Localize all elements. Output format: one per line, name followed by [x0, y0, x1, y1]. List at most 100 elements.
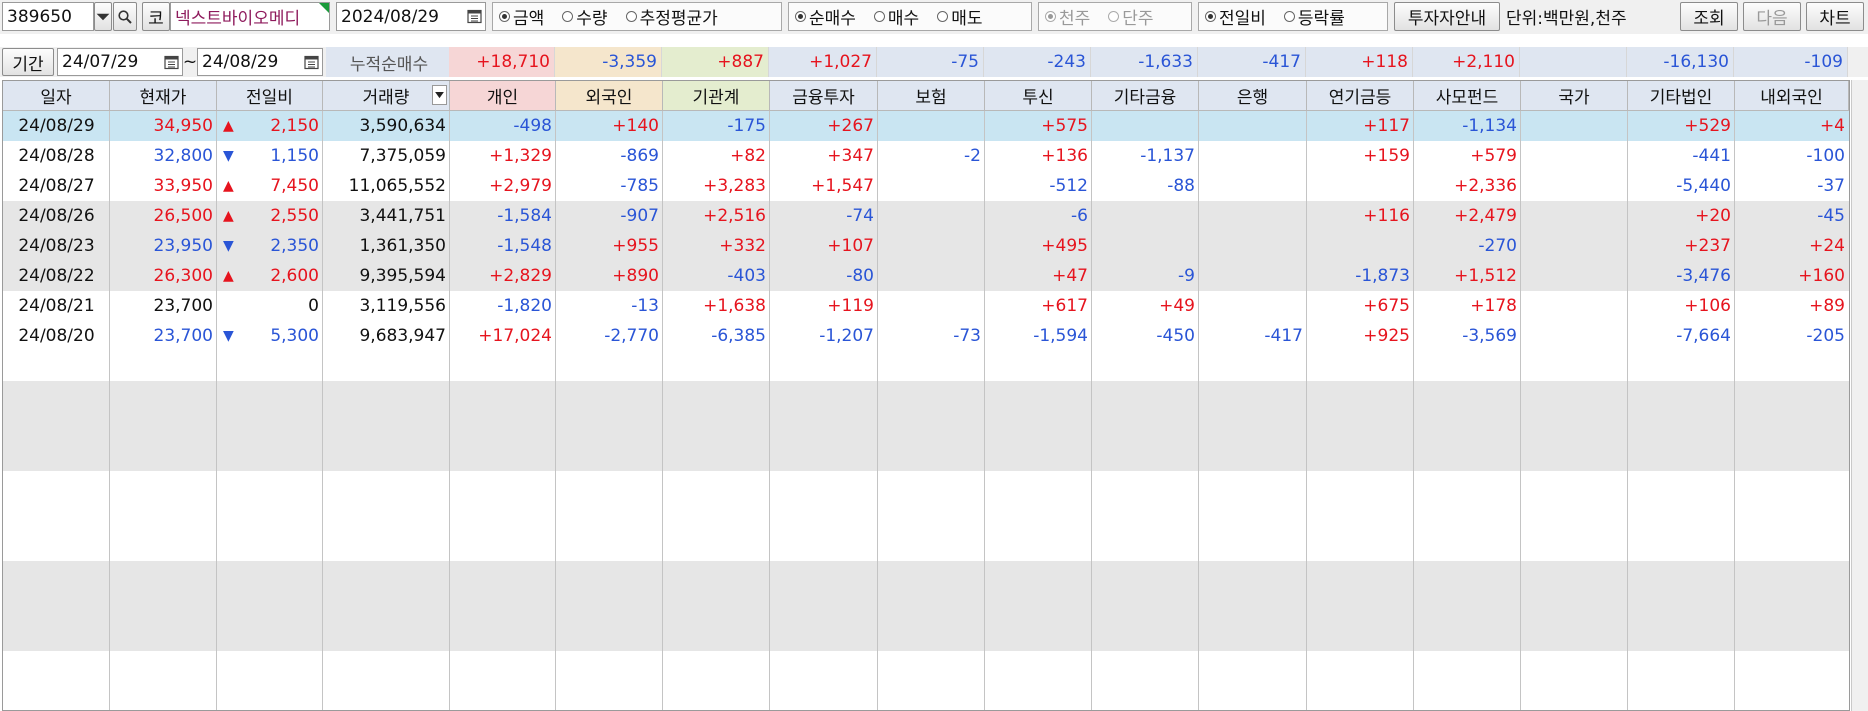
summary-cell-insurance: -75 [877, 47, 984, 77]
cell-other-corp-value: +237 [1684, 236, 1731, 256]
column-header-foreign[interactable]: 외국인 [556, 81, 663, 111]
summary-cell-other-corp: -16,130 [1627, 47, 1734, 77]
code-type-button[interactable]: 코 [142, 2, 170, 31]
column-header-volume[interactable]: 거래량 [323, 81, 450, 111]
cell-foreign: -13 [556, 291, 663, 321]
cell-price: 23,700 [110, 321, 217, 351]
cell-trust-value: +617 [1041, 296, 1088, 316]
radio-prev-day[interactable]: 전일비 [1205, 4, 1266, 29]
stock-name: 넥스트바이오메디 [175, 9, 301, 29]
cell-date: 24/08/20 [3, 321, 110, 351]
investor-trend-grid[interactable]: 일자 현재가 전일비 거래량 개인 외국인 기관계 금융투자 보험 투신 기타금융 은행 연기금등 사모펀… [2, 80, 1850, 711]
cell-pension-value: -1,873 [1355, 266, 1410, 286]
period-to-input[interactable]: 24/08/29 [197, 48, 323, 76]
cell-price: 23,700 [110, 291, 217, 321]
cell-price-value: 34,950 [153, 116, 213, 136]
next-button[interactable]: 다음 [1743, 2, 1801, 31]
cell-price-value: 23,700 [153, 296, 213, 316]
period-from-input[interactable]: 24/07/29 [57, 48, 183, 76]
column-header-bank[interactable]: 은행 [1199, 81, 1307, 111]
vertical-scrollbar[interactable] [1851, 80, 1868, 711]
cell-individual: -1,820 [450, 291, 556, 321]
cell-other-corp-value: +106 [1684, 296, 1731, 316]
radio-change-rate[interactable]: 등락률 [1283, 4, 1345, 29]
cell-change-value: 2,350 [270, 236, 319, 256]
radio-thousand-shares[interactable]: 천주 [1045, 4, 1090, 29]
cell-foreign: -907 [556, 201, 663, 231]
summary-cell-domestic-foreign: -109 [1734, 47, 1848, 77]
column-header-date[interactable]: 일자 [3, 81, 110, 111]
cell-date: 24/08/26 [3, 201, 110, 231]
chart-button[interactable]: 차트 [1806, 2, 1864, 31]
calendar-icon[interactable] [304, 54, 319, 70]
calendar-icon[interactable] [467, 8, 482, 24]
radio-single-shares[interactable]: 단주 [1108, 4, 1154, 29]
table-row[interactable]: 24/08/21 23,700 0 3,119,556 -1,820 -13 +1,638 +… [3, 291, 1849, 321]
radio-dot-icon [1283, 11, 1295, 22]
column-divider [1306, 111, 1307, 710]
column-header-domestic-foreign[interactable]: 내외국인 [1735, 81, 1849, 111]
cell-individual-value: +2,829 [489, 266, 552, 286]
cell-other-corp-value: -7,664 [1676, 326, 1731, 346]
cell-financial-invest-value: -74 [846, 206, 874, 226]
search-button[interactable]: 조회 [1680, 2, 1738, 31]
table-row[interactable]: 24/08/22 26,300 2,600 ▲ 9,395,594 +2,829 +890 -… [3, 261, 1849, 291]
cell-change-value: 5,300 [270, 326, 319, 346]
date-input[interactable]: 2024/08/29 [336, 2, 486, 31]
cell-institution: +3,283 [663, 171, 770, 201]
table-row[interactable]: 24/08/27 33,950 7,450 ▲ 11,065,552 +2,979 -785… [3, 171, 1849, 201]
cell-private-fund: +2,336 [1414, 171, 1521, 201]
stock-name-field[interactable]: 넥스트바이오메디 [170, 2, 330, 31]
cell-other-finance-value: -88 [1167, 176, 1195, 196]
cell-change: 0 [217, 291, 323, 321]
cell-foreign-value: +140 [612, 116, 659, 136]
column-header-pension[interactable]: 연기금등 [1307, 81, 1414, 111]
radio-quantity[interactable]: 수량 [562, 4, 608, 29]
column-header-label: 사모펀드 [1435, 88, 1499, 108]
column-header-individual[interactable]: 개인 [450, 81, 556, 111]
cell-price-value: 26,300 [153, 266, 213, 286]
stock-code-input[interactable]: 389650 [2, 2, 94, 31]
radio-buy[interactable]: 매수 [873, 4, 919, 29]
column-header-other-corp[interactable]: 기타법인 [1628, 81, 1735, 111]
volume-dropdown[interactable] [432, 85, 447, 105]
cell-individual-value: -498 [513, 116, 552, 136]
cell-price-value: 23,700 [153, 326, 213, 346]
column-header-private-fund[interactable]: 사모펀드 [1414, 81, 1521, 111]
table-row[interactable]: 24/08/26 26,500 2,550 ▲ 3,441,751 -1,584 -907 +… [3, 201, 1849, 231]
column-header-other-finance[interactable]: 기타금융 [1092, 81, 1199, 111]
column-header-label: 금융투자 [792, 88, 855, 108]
cell-other-corp: -7,664 [1628, 321, 1735, 351]
up-arrow-icon: ▲ [223, 178, 234, 194]
column-header-institution[interactable]: 기관계 [663, 81, 770, 111]
cell-other-corp: +529 [1628, 111, 1735, 141]
code-dropdown-button[interactable] [94, 2, 112, 31]
radio-net-buy[interactable]: 순매수 [795, 4, 856, 29]
column-header-label: 기타금융 [1113, 88, 1177, 108]
radio-sell[interactable]: 매도 [937, 4, 982, 29]
column-header-change[interactable]: 전일비 [217, 81, 323, 111]
column-divider [1091, 111, 1092, 710]
table-row[interactable]: 24/08/28 32,800 1,150 ▼ 7,375,059 +1,329 -869 +… [3, 141, 1849, 171]
table-row[interactable]: 24/08/20 23,700 5,300 ▼ 9,683,947 +17,024 -2,7… [3, 321, 1849, 351]
column-header-insurance[interactable]: 보험 [878, 81, 985, 111]
cell-volume-value: 9,683,947 [359, 326, 446, 346]
column-header-price[interactable]: 현재가 [110, 81, 217, 111]
table-row[interactable]: 24/08/29 34,950 2,150 ▲ 3,590,634 -498 +140 -17… [3, 111, 1849, 141]
column-header-trust[interactable]: 투신 [985, 81, 1092, 111]
row-band [3, 591, 1849, 621]
cell-insurance [878, 231, 985, 261]
calendar-icon[interactable] [164, 54, 179, 70]
cell-individual: +17,024 [450, 321, 556, 351]
investor-guide-button[interactable]: 투자자안내 [1394, 2, 1500, 31]
cell-trust: +495 [985, 231, 1092, 261]
cell-trust: +575 [985, 111, 1092, 141]
down-arrow-icon: ▼ [223, 238, 234, 254]
column-header-nation[interactable]: 국가 [1521, 81, 1628, 111]
column-header-financial-invest[interactable]: 금융투자 [770, 81, 878, 111]
radio-avg-price[interactable]: 추정평균가 [625, 4, 718, 29]
table-row[interactable]: 24/08/23 23,950 2,350 ▼ 1,361,350 -1,548 +955 +… [3, 231, 1849, 261]
code-search-button[interactable] [113, 2, 137, 31]
radio-amount[interactable]: 금액 [499, 4, 544, 29]
column-header-label: 일자 [40, 88, 72, 108]
